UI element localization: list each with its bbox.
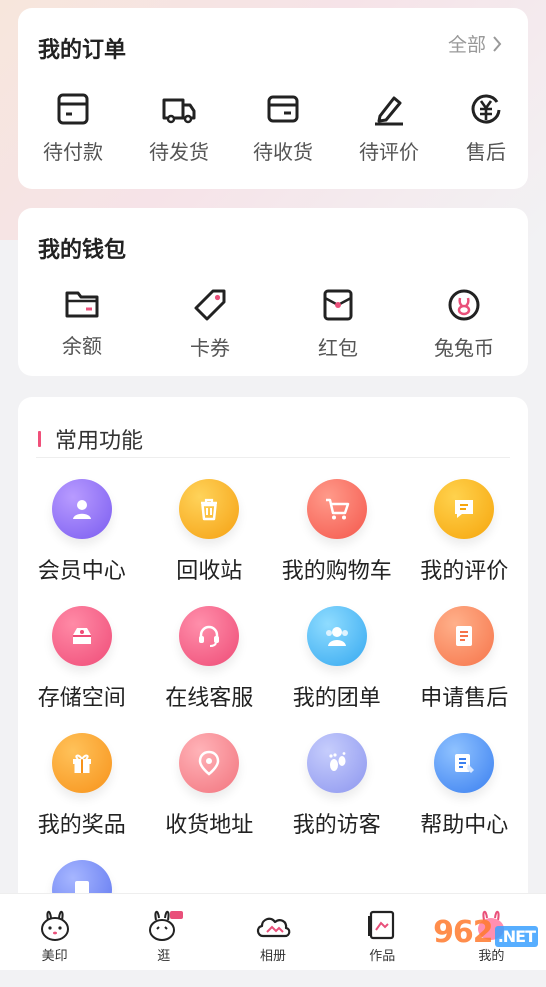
yuan-refund-icon [471,94,501,124]
rabbit-icon [40,910,69,941]
func-group-orders[interactable]: 我的团单 [273,606,401,733]
all-orders-label: 全部 [447,35,486,56]
func-shopping-cart[interactable]: 我的购物车 [273,479,401,606]
rabbit-coin-icon [448,289,480,321]
tab-works[interactable]: 作品 [328,894,437,970]
func-member-center[interactable]: 会员中心 [18,479,146,606]
func-my-prizes[interactable]: 我的奖品 [18,733,146,860]
func-recycle-bin[interactable]: 回收站 [146,479,274,606]
order-pending-receipt[interactable]: 待收货 [250,92,316,165]
trash-icon [179,479,240,539]
functions-card: 常用功能 会员中心 回收站 我的购物车 我的评价 存储空间 在线客服 我的团单 … [18,397,529,920]
func-shipping-address[interactable]: 收货地址 [146,733,274,860]
accent-bar [38,431,41,447]
wallet-card: 我的钱包 余额 卡券 红包 兔兔币 [18,208,528,376]
wallet-rabbit-coin[interactable]: 兔兔币 [428,288,500,361]
storage-icon [51,606,112,666]
help-icon [434,733,495,793]
tab-browse[interactable]: 逛 [109,894,218,970]
wallet-balance[interactable]: 余额 [56,288,108,359]
works-icon [368,910,395,940]
func-customer-service[interactable]: 在线客服 [146,606,274,733]
func-storage[interactable]: 存储空间 [18,606,146,733]
payment-icon [57,93,89,125]
orders-title: 我的订单 [38,37,127,62]
receive-box-icon [267,95,299,123]
orders-card: 我的订单 全部 待付款 待发货 待收货 待评价 售后 [18,8,528,189]
order-pending-payment[interactable]: 待付款 [42,92,104,165]
headset-icon [179,606,240,666]
group-icon [306,606,367,666]
pen-icon [375,96,403,126]
rabbit-shop-icon [148,910,183,941]
tab-meiyin[interactable]: 美印 [0,894,109,970]
order-pending-review[interactable]: 待评价 [356,92,422,165]
comment-icon [434,479,495,539]
func-help-center[interactable]: 帮助中心 [401,733,529,860]
cart-icon [306,479,367,539]
wallet-coupons[interactable]: 卡券 [184,288,236,361]
functions-divider [36,457,510,458]
site-watermark: 962 .NET [433,915,538,950]
gift-icon [51,733,112,793]
wallet-title: 我的钱包 [38,237,127,262]
func-my-reviews[interactable]: 我的评价 [401,479,529,606]
order-pending-shipment[interactable]: 待发货 [146,92,212,165]
folder-icon [65,291,99,318]
footprint-icon [306,733,367,793]
func-after-sales-request[interactable]: 申请售后 [401,606,529,733]
truck-icon [162,98,196,124]
member-icon [51,479,112,539]
red-envelope-icon [323,289,353,321]
chevron-right-icon [493,35,502,52]
wallet-red-envelope[interactable]: 红包 [312,288,364,361]
order-after-sales[interactable]: 售后 [464,92,508,165]
cloud-album-icon [256,917,291,938]
document-icon [434,606,495,666]
functions-title: 常用功能 [38,423,143,455]
func-my-visitors[interactable]: 我的访客 [273,733,401,860]
all-orders-link[interactable]: 全部 [448,30,502,57]
tag-icon [194,289,226,321]
location-icon [179,733,240,793]
tab-album[interactable]: 相册 [218,894,327,970]
